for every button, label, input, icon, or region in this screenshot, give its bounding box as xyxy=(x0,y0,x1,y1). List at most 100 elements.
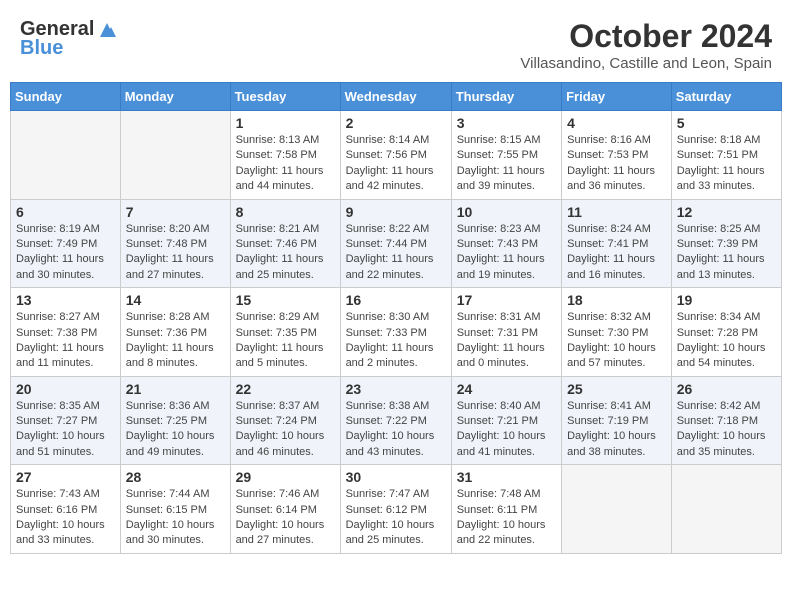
day-info: Sunrise: 8:19 AM Sunset: 7:49 PM Dayligh… xyxy=(16,222,115,284)
day-number: 11 xyxy=(567,204,666,220)
calendar-cell: 4 Sunrise: 8:16 AM Sunset: 7:53 PM Daylig… xyxy=(562,111,672,200)
day-info: Sunrise: 7:43 AM Sunset: 6:16 PM Dayligh… xyxy=(16,487,115,549)
weekday-header-friday: Friday xyxy=(562,83,672,111)
day-info: Sunrise: 8:41 AM Sunset: 7:19 PM Dayligh… xyxy=(567,399,666,461)
calendar-week-row: 1 Sunrise: 8:13 AM Sunset: 7:58 PM Daylig… xyxy=(11,111,782,200)
day-info: Sunrise: 8:16 AM Sunset: 7:53 PM Dayligh… xyxy=(567,133,666,195)
day-number: 18 xyxy=(567,292,666,308)
day-info: Sunrise: 8:18 AM Sunset: 7:51 PM Dayligh… xyxy=(677,133,776,195)
day-number: 10 xyxy=(457,204,556,220)
day-info: Sunrise: 8:38 AM Sunset: 7:22 PM Dayligh… xyxy=(346,399,446,461)
day-number: 25 xyxy=(567,381,666,397)
day-info: Sunrise: 7:44 AM Sunset: 6:15 PM Dayligh… xyxy=(126,487,225,549)
calendar-cell: 22 Sunrise: 8:37 AM Sunset: 7:24 PM Dayli… xyxy=(230,376,340,465)
calendar-cell: 19Sunrise: 8:34 AM Sunset: 7:28 PM Dayli… xyxy=(671,288,781,377)
day-number: 6 xyxy=(16,204,115,220)
calendar-cell: 3 Sunrise: 8:15 AM Sunset: 7:55 PM Daylig… xyxy=(451,111,561,200)
calendar-cell: 10 Sunrise: 8:23 AM Sunset: 7:43 PM Dayli… xyxy=(451,199,561,288)
calendar-week-row: 6 Sunrise: 8:19 AM Sunset: 7:49 PM Daylig… xyxy=(11,199,782,288)
day-number: 31 xyxy=(457,469,556,485)
day-number: 12 xyxy=(677,204,776,220)
calendar-cell: 12 Sunrise: 8:25 AM Sunset: 7:39 PM Dayli… xyxy=(671,199,781,288)
weekday-header-row: SundayMondayTuesdayWednesdayThursdayFrid… xyxy=(11,83,782,111)
day-info: Sunrise: 8:31 AM Sunset: 7:31 PM Dayligh… xyxy=(457,310,556,372)
calendar-cell: 20 Sunrise: 8:35 AM Sunset: 7:27 PM Dayli… xyxy=(11,376,121,465)
calendar-cell: 11 Sunrise: 8:24 AM Sunset: 7:41 PM Dayli… xyxy=(562,199,672,288)
day-number: 16 xyxy=(346,292,446,308)
calendar-cell: 30 Sunrise: 7:47 AM Sunset: 6:12 PM Dayli… xyxy=(340,465,451,554)
weekday-header-tuesday: Tuesday xyxy=(230,83,340,111)
calendar-cell xyxy=(11,111,121,200)
calendar-cell: 23 Sunrise: 8:38 AM Sunset: 7:22 PM Dayli… xyxy=(340,376,451,465)
calendar-table: SundayMondayTuesdayWednesdayThursdayFrid… xyxy=(10,82,782,554)
calendar-cell: 5 Sunrise: 8:18 AM Sunset: 7:51 PM Daylig… xyxy=(671,111,781,200)
day-info: Sunrise: 8:28 AM Sunset: 7:36 PM Dayligh… xyxy=(126,310,225,372)
weekday-header-saturday: Saturday xyxy=(671,83,781,111)
day-number: 23 xyxy=(346,381,446,397)
day-number: 7 xyxy=(126,204,225,220)
calendar-week-row: 27 Sunrise: 7:43 AM Sunset: 6:16 PM Dayli… xyxy=(11,465,782,554)
location: Villasandino, Castille and Leon, Spain xyxy=(520,55,772,72)
day-info: Sunrise: 8:23 AM Sunset: 7:43 PM Dayligh… xyxy=(457,222,556,284)
day-number: 8 xyxy=(236,204,335,220)
calendar-week-row: 20 Sunrise: 8:35 AM Sunset: 7:27 PM Dayli… xyxy=(11,376,782,465)
calendar-cell: 9 Sunrise: 8:22 AM Sunset: 7:44 PM Daylig… xyxy=(340,199,451,288)
logo-blue-text: Blue xyxy=(20,37,63,60)
calendar-cell: 26Sunrise: 8:42 AM Sunset: 7:18 PM Dayli… xyxy=(671,376,781,465)
calendar-cell: 29Sunrise: 7:46 AM Sunset: 6:14 PM Dayli… xyxy=(230,465,340,554)
day-info: Sunrise: 8:25 AM Sunset: 7:39 PM Dayligh… xyxy=(677,222,776,284)
day-number: 28 xyxy=(126,469,225,485)
day-info: Sunrise: 8:40 AM Sunset: 7:21 PM Dayligh… xyxy=(457,399,556,461)
calendar-cell: 13 Sunrise: 8:27 AM Sunset: 7:38 PM Dayli… xyxy=(11,288,121,377)
day-number: 20 xyxy=(16,381,115,397)
logo-icon xyxy=(96,19,118,41)
day-info: Sunrise: 8:15 AM Sunset: 7:55 PM Dayligh… xyxy=(457,133,556,195)
day-number: 21 xyxy=(126,381,225,397)
weekday-header-sunday: Sunday xyxy=(11,83,121,111)
day-info: Sunrise: 8:24 AM Sunset: 7:41 PM Dayligh… xyxy=(567,222,666,284)
day-number: 3 xyxy=(457,115,556,131)
day-number: 5 xyxy=(677,115,776,131)
day-number: 4 xyxy=(567,115,666,131)
day-info: Sunrise: 8:32 AM Sunset: 7:30 PM Dayligh… xyxy=(567,310,666,372)
day-number: 9 xyxy=(346,204,446,220)
day-number: 15 xyxy=(236,292,335,308)
day-info: Sunrise: 8:35 AM Sunset: 7:27 PM Dayligh… xyxy=(16,399,115,461)
calendar-cell: 16 Sunrise: 8:30 AM Sunset: 7:33 PM Dayli… xyxy=(340,288,451,377)
calendar-week-row: 13 Sunrise: 8:27 AM Sunset: 7:38 PM Dayli… xyxy=(11,288,782,377)
calendar-cell xyxy=(120,111,230,200)
day-number: 13 xyxy=(16,292,115,308)
weekday-header-wednesday: Wednesday xyxy=(340,83,451,111)
day-info: Sunrise: 8:42 AM Sunset: 7:18 PM Dayligh… xyxy=(677,399,776,461)
calendar-cell: 1 Sunrise: 8:13 AM Sunset: 7:58 PM Daylig… xyxy=(230,111,340,200)
calendar-cell: 17Sunrise: 8:31 AM Sunset: 7:31 PM Dayli… xyxy=(451,288,561,377)
day-info: Sunrise: 8:22 AM Sunset: 7:44 PM Dayligh… xyxy=(346,222,446,284)
day-info: Sunrise: 8:13 AM Sunset: 7:58 PM Dayligh… xyxy=(236,133,335,195)
calendar-cell: 6 Sunrise: 8:19 AM Sunset: 7:49 PM Daylig… xyxy=(11,199,121,288)
calendar-cell: 31Sunrise: 7:48 AM Sunset: 6:11 PM Dayli… xyxy=(451,465,561,554)
day-info: Sunrise: 7:47 AM Sunset: 6:12 PM Dayligh… xyxy=(346,487,446,549)
day-number: 29 xyxy=(236,469,335,485)
day-info: Sunrise: 8:37 AM Sunset: 7:24 PM Dayligh… xyxy=(236,399,335,461)
day-number: 27 xyxy=(16,469,115,485)
calendar-cell: 27 Sunrise: 7:43 AM Sunset: 6:16 PM Dayli… xyxy=(11,465,121,554)
day-info: Sunrise: 8:30 AM Sunset: 7:33 PM Dayligh… xyxy=(346,310,446,372)
day-info: Sunrise: 8:14 AM Sunset: 7:56 PM Dayligh… xyxy=(346,133,446,195)
calendar-cell: 18 Sunrise: 8:32 AM Sunset: 7:30 PM Dayli… xyxy=(562,288,672,377)
calendar-cell: 24Sunrise: 8:40 AM Sunset: 7:21 PM Dayli… xyxy=(451,376,561,465)
day-number: 22 xyxy=(236,381,335,397)
day-number: 30 xyxy=(346,469,446,485)
day-number: 2 xyxy=(346,115,446,131)
calendar-cell: 8Sunrise: 8:21 AM Sunset: 7:46 PM Daylig… xyxy=(230,199,340,288)
day-info: Sunrise: 8:34 AM Sunset: 7:28 PM Dayligh… xyxy=(677,310,776,372)
day-info: Sunrise: 8:27 AM Sunset: 7:38 PM Dayligh… xyxy=(16,310,115,372)
calendar-cell: 28 Sunrise: 7:44 AM Sunset: 6:15 PM Dayli… xyxy=(120,465,230,554)
weekday-header-monday: Monday xyxy=(120,83,230,111)
calendar-cell: 15 Sunrise: 8:29 AM Sunset: 7:35 PM Dayli… xyxy=(230,288,340,377)
day-number: 1 xyxy=(236,115,335,131)
calendar-cell: 2 Sunrise: 8:14 AM Sunset: 7:56 PM Daylig… xyxy=(340,111,451,200)
day-number: 14 xyxy=(126,292,225,308)
calendar-cell: 25 Sunrise: 8:41 AM Sunset: 7:19 PM Dayli… xyxy=(562,376,672,465)
day-info: Sunrise: 8:29 AM Sunset: 7:35 PM Dayligh… xyxy=(236,310,335,372)
calendar-cell: 7Sunrise: 8:20 AM Sunset: 7:48 PM Daylig… xyxy=(120,199,230,288)
